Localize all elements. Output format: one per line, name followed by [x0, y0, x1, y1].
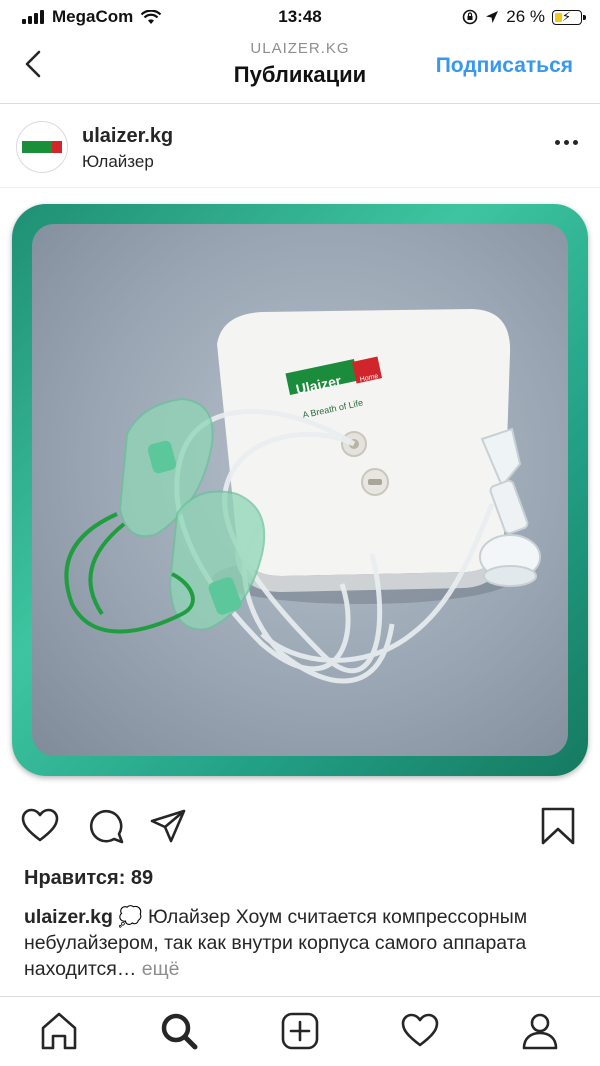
profile-icon[interactable]: [520, 1011, 560, 1051]
status-bar: MegaCom 13:48 26 % ⚡: [0, 0, 600, 34]
heart-icon[interactable]: [20, 806, 60, 846]
follow-button[interactable]: Подписаться: [436, 54, 573, 78]
caption-username[interactable]: ulaizer.kg: [24, 906, 113, 928]
post-actions: [0, 800, 600, 856]
home-icon[interactable]: [39, 1011, 79, 1051]
post-caption: ulaizer.kg 💭 Юлайзер Хоум считается комп…: [24, 904, 584, 982]
caption-more-link[interactable]: ещё: [136, 958, 180, 980]
rotation-lock-icon: [462, 9, 478, 25]
post-location[interactable]: Юлайзер: [82, 152, 154, 172]
battery-percent: 26 %: [506, 7, 545, 26]
brand-logo-mark: [22, 141, 62, 153]
image-frame: Ulaizer Home A Breath of Life: [12, 204, 588, 776]
add-post-icon[interactable]: [280, 1011, 320, 1051]
battery-icon: ⚡: [552, 9, 586, 25]
top-header: ULAIZER.KG Публикации Подписаться: [0, 34, 600, 104]
location-arrow-icon: [486, 11, 499, 23]
status-right: 26 % ⚡: [462, 7, 586, 27]
more-options-icon[interactable]: [555, 140, 578, 145]
send-icon[interactable]: [148, 806, 188, 846]
bookmark-icon[interactable]: [538, 806, 578, 846]
post-image[interactable]: Ulaizer Home A Breath of Life: [0, 188, 600, 788]
likes-count[interactable]: Нравится: 89: [24, 867, 153, 890]
image-scene: Ulaizer Home A Breath of Life: [32, 224, 568, 756]
activity-heart-icon[interactable]: [400, 1011, 440, 1051]
comment-icon[interactable]: [86, 806, 126, 846]
post-username[interactable]: ulaizer.kg: [82, 125, 173, 148]
bottom-navigation: [0, 996, 600, 1066]
post-header: ulaizer.kg Юлайзер: [0, 104, 600, 188]
search-icon[interactable]: [159, 1011, 199, 1051]
nebulizer-illustration: Ulaizer Home A Breath of Life: [64, 309, 541, 684]
avatar[interactable]: [16, 121, 68, 173]
